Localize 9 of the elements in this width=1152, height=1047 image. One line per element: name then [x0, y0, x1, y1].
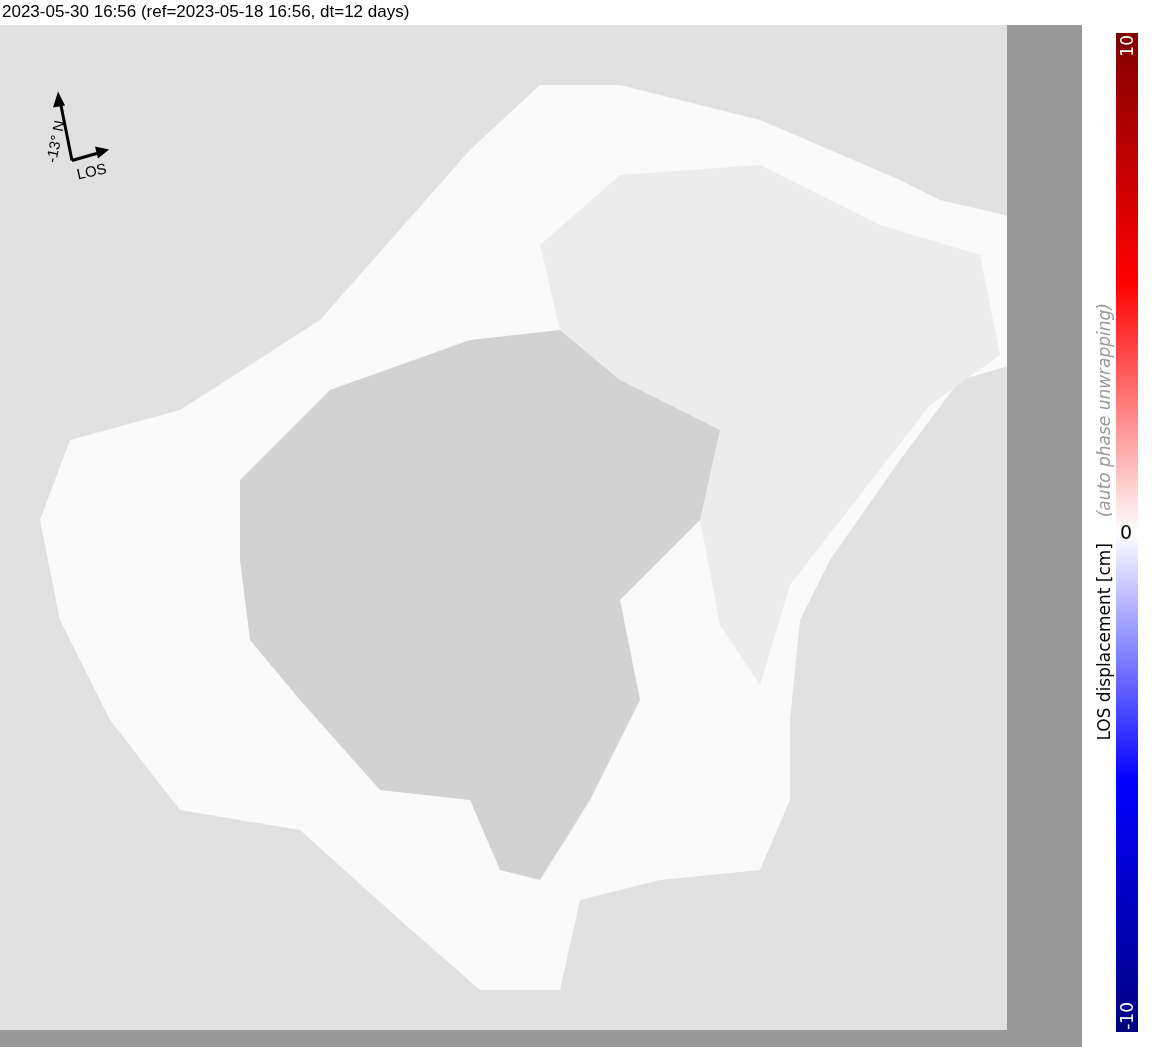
- colorbar-zero-label: 0: [1120, 521, 1133, 543]
- los-arrow: [71, 146, 109, 162]
- north-label: -13° N: [42, 118, 68, 165]
- colorbar-max-label: 10: [1117, 35, 1137, 57]
- plot-title: 2023-05-30 16:56 (ref=2023-05-18 16:56, dt=12 days): [1, 1, 411, 23]
- colorbar-min-label: -10: [1117, 1002, 1137, 1030]
- los-label: LOS: [75, 159, 108, 183]
- colorbar-axis-label: LOS displacement [cm]: [1094, 543, 1114, 741]
- colorbar-note: (auto phase unwrapping): [1094, 303, 1114, 518]
